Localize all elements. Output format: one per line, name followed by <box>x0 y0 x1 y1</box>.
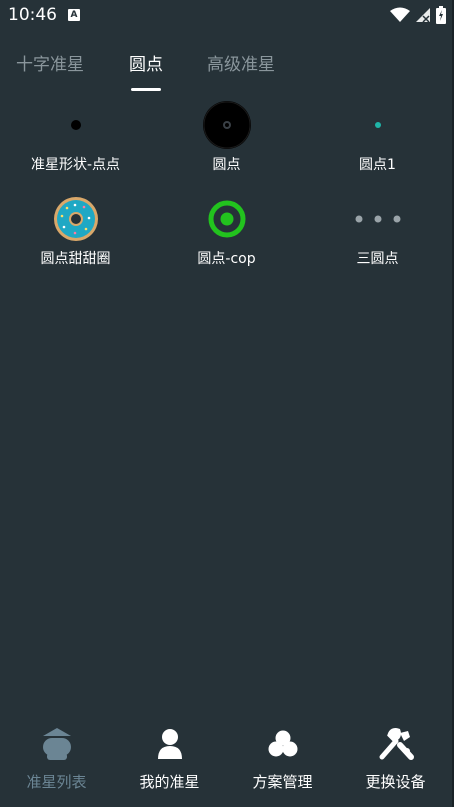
crosshair-item-label: 圆点1 <box>359 157 396 173</box>
nav-label: 我的准星 <box>139 773 200 791</box>
nav-change-device[interactable]: 更换设备 <box>339 716 452 807</box>
battery-icon <box>436 6 446 24</box>
three-dots-icon <box>302 189 453 249</box>
nav-scheme-management[interactable]: 方案管理 <box>226 716 339 807</box>
small-black-dot-icon <box>0 95 151 155</box>
crosshair-tabs: 十字准星 圆点 高级准星 <box>0 40 454 92</box>
crosshair-item-label: 准星形状-点点 <box>30 157 121 173</box>
crosshair-item-label: 三圆点 <box>356 251 399 267</box>
crosshair-list-icon <box>0 724 113 764</box>
active-tab-indicator <box>131 88 161 91</box>
crosshair-item-three-dots[interactable]: 三圆点 <box>302 189 453 283</box>
tab-advanced-crosshair[interactable]: 高级准星 <box>207 50 275 75</box>
crosshair-item-dot-cop[interactable]: 圆点-cop <box>151 189 302 283</box>
nav-label: 方案管理 <box>252 773 313 791</box>
black-ring-dot-icon <box>151 95 302 155</box>
cluster-icon <box>226 724 339 764</box>
crosshair-item-dot-1[interactable]: 圆点1 <box>302 95 453 189</box>
crosshair-item-label: 圆点 <box>212 157 241 173</box>
tab-cross-crosshair[interactable]: 十字准星 <box>16 50 84 75</box>
status-time: 10:46 <box>8 5 57 25</box>
crosshair-item-label: 圆点-cop <box>197 251 256 267</box>
nav-crosshair-list[interactable]: 准星列表 <box>0 716 113 807</box>
teal-dot-icon <box>302 95 453 155</box>
notification-a-icon: A <box>68 9 80 21</box>
signal-icon <box>416 8 430 23</box>
user-icon <box>113 724 226 764</box>
wifi-icon <box>390 7 410 22</box>
tools-icon <box>339 724 452 764</box>
tab-dot[interactable]: 圆点 <box>129 50 163 75</box>
system-icons <box>390 6 446 24</box>
crosshair-item-label: 圆点甜甜圈 <box>40 251 111 267</box>
nav-label: 准星列表 <box>26 773 87 791</box>
nav-my-crosshair[interactable]: 我的准星 <box>113 716 226 807</box>
crosshair-item-dot[interactable]: 圆点 <box>151 95 302 189</box>
green-target-icon <box>151 189 302 249</box>
crosshair-item-donut[interactable]: 圆点甜甜圈 <box>0 189 151 283</box>
bottom-navigation: 准星列表 我的准星 方案管理 更换设备 <box>0 716 454 807</box>
nav-label: 更换设备 <box>365 773 426 791</box>
donut-icon <box>0 189 151 249</box>
crosshair-item-dot-dot[interactable]: 准星形状-点点 <box>0 95 151 189</box>
status-bar: 10:46 A <box>0 0 454 32</box>
